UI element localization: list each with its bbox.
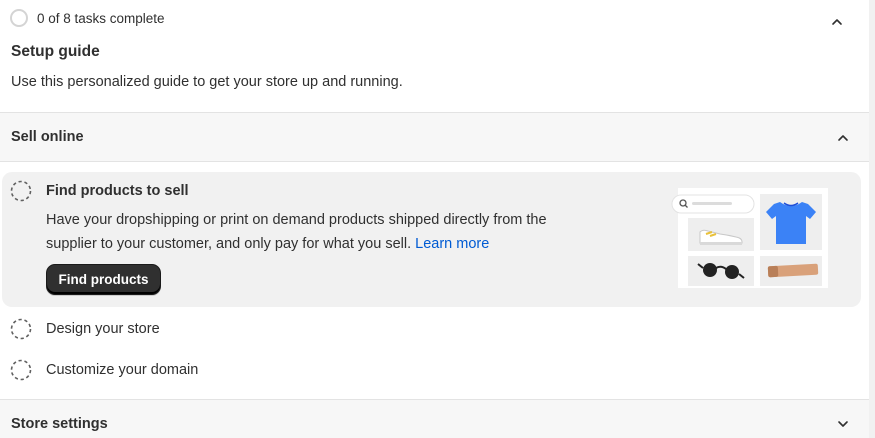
dashed-circle-icon[interactable] <box>10 318 32 340</box>
section-title: Store settings <box>11 416 108 432</box>
guide-title: Setup guide <box>11 43 100 60</box>
products-illustration <box>671 188 828 288</box>
collapse-section-button[interactable] <box>831 126 855 150</box>
page-background <box>869 0 875 438</box>
progress-text: 0 of 8 tasks complete <box>37 10 165 26</box>
task-design-store[interactable]: Design your store <box>46 321 160 337</box>
chevron-down-icon <box>838 421 848 427</box>
expand-section-button[interactable] <box>831 412 855 436</box>
task-description: Have your dropshipping or print on deman… <box>46 208 586 256</box>
section-header-store-settings[interactable]: Store settings <box>0 399 869 438</box>
task-customize-domain[interactable]: Customize your domain <box>46 362 198 378</box>
progress-row: 0 of 8 tasks complete <box>10 8 165 28</box>
learn-more-link[interactable]: Learn more <box>415 236 489 252</box>
collapse-guide-button[interactable] <box>825 10 849 34</box>
task-title: Find products to sell <box>46 183 189 199</box>
section-header-sell-online[interactable]: Sell online <box>0 112 869 162</box>
progress-circle-icon <box>10 9 28 27</box>
dashed-circle-icon[interactable] <box>10 180 32 202</box>
task-find-products[interactable]: Find products to sell Have your dropship… <box>2 172 861 307</box>
guide-description: Use this personalized guide to get your … <box>11 74 403 90</box>
dashed-circle-icon[interactable] <box>10 359 32 381</box>
find-products-button[interactable]: Find products <box>46 264 161 295</box>
chevron-up-icon <box>832 19 842 25</box>
chevron-up-icon <box>838 135 848 141</box>
section-title: Sell online <box>11 129 84 145</box>
setup-guide-card: 0 of 8 tasks complete Setup guide Use th… <box>0 0 869 438</box>
